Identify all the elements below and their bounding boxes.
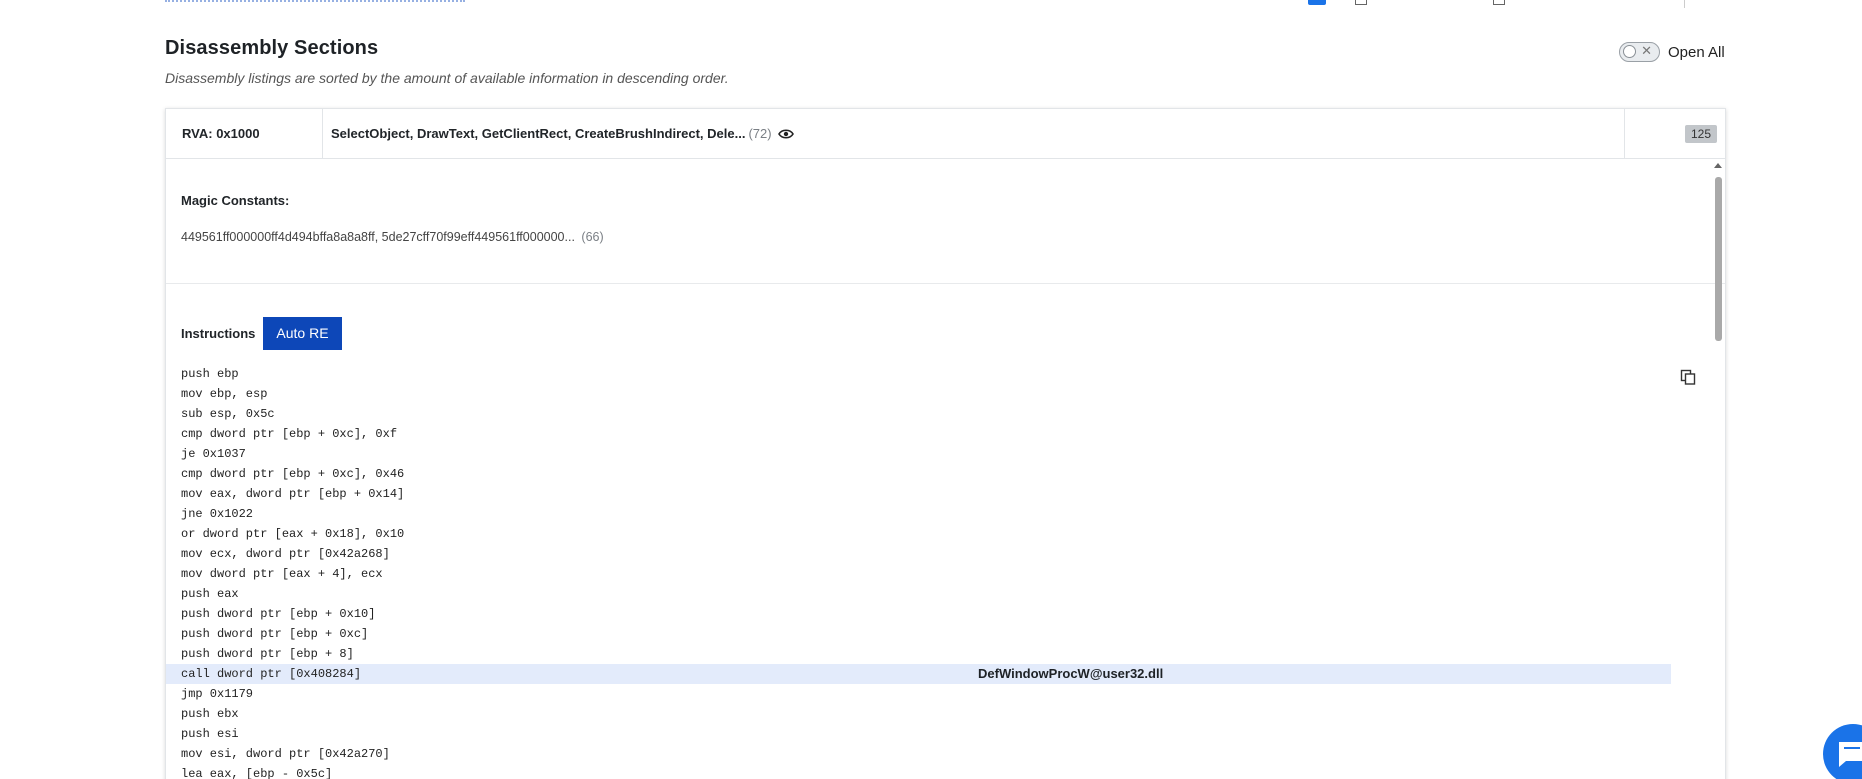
instruction-row[interactable]: call dword ptr [0x408284] DefWindowProcW@… (166, 664, 1671, 684)
instruction-row[interactable]: push eax (166, 584, 1671, 604)
auto-re-button[interactable]: Auto RE (263, 317, 342, 350)
instruction-row[interactable]: jmp 0x1179 (166, 684, 1671, 704)
rva-cell: RVA: 0x1000 (166, 109, 323, 158)
copy-icon[interactable] (1680, 369, 1696, 385)
chat-icon (1839, 742, 1862, 767)
page-title: Disassembly Sections (165, 37, 379, 59)
instruction-text: cmp dword ptr [ebp + 0xc], 0x46 (181, 467, 405, 481)
instruction-text: jne 0x1022 (181, 507, 254, 521)
magic-constants-label: Magic Constants: (181, 193, 290, 208)
instruction-row[interactable]: cmp dword ptr [ebp + 0xc], 0x46 (166, 464, 1671, 484)
magic-constants-value: 449561ff000000ff4d494bffa8a8a8ff, 5de27c… (181, 230, 1710, 244)
divider (1684, 0, 1685, 8)
instruction-row[interactable]: mov ebp, esp (166, 384, 1671, 404)
open-all-toggle[interactable]: ✕ (1619, 42, 1660, 62)
badge-cell: 125 (1625, 109, 1725, 158)
open-all-toggle-group[interactable]: ✕ Open All (1619, 42, 1725, 62)
magic-constants-section: Magic Constants: 449561ff000000ff4d494bf… (166, 159, 1725, 284)
instruction-row[interactable]: cmp dword ptr [ebp + 0xc], 0xf (166, 424, 1671, 444)
instruction-row[interactable]: push esi (166, 724, 1671, 744)
toggle-knob (1623, 45, 1636, 58)
open-all-label: Open All (1668, 43, 1725, 61)
scroll-up-arrow-icon[interactable] (1714, 163, 1722, 168)
magic-constants-list: 449561ff000000ff4d494bffa8a8a8ff, 5de27c… (181, 230, 575, 244)
checkbox-icon[interactable] (1493, 0, 1505, 5)
scroll-thumb[interactable] (1715, 177, 1722, 341)
count-badge: 125 (1684, 124, 1717, 143)
instructions-header: Instructions Auto RE (181, 317, 1725, 350)
instruction-text: push dword ptr [ebp + 0xc] (181, 627, 369, 641)
instruction-row[interactable]: jne 0x1022 (166, 504, 1671, 524)
eye-icon[interactable] (777, 128, 794, 140)
instruction-text: sub esp, 0x5c (181, 407, 275, 421)
card-body: Magic Constants: 449561ff000000ff4d494bf… (166, 159, 1725, 779)
instruction-text: mov ecx, dword ptr [0x42a268] (181, 547, 390, 561)
functions-list: SelectObject, DrawText, GetClientRect, C… (331, 126, 746, 141)
instructions-label: Instructions (181, 326, 256, 341)
instruction-text: call dword ptr [0x408284] (181, 667, 362, 681)
instruction-row[interactable]: mov esi, dword ptr [0x42a270] (166, 744, 1671, 764)
instruction-text: push esi (181, 727, 239, 741)
close-icon: ✕ (1641, 43, 1652, 58)
instruction-row[interactable]: or dword ptr [eax + 0x18], 0x10 (166, 524, 1671, 544)
functions-cell: SelectObject, DrawText, GetClientRect, C… (323, 109, 1625, 158)
instruction-text: mov dword ptr [eax + 4], ecx (181, 567, 383, 581)
instruction-row[interactable]: push dword ptr [ebp + 0x10] (166, 604, 1671, 624)
section-header: Disassembly Sections Disassembly listing… (165, 37, 1725, 86)
scrollbar[interactable] (1711, 159, 1725, 779)
instruction-row[interactable]: lea eax, [ebp - 0x5c] (166, 764, 1671, 779)
instruction-text: push ebx (181, 707, 239, 721)
checkbox-icon[interactable] (1355, 0, 1367, 5)
instruction-row[interactable]: sub esp, 0x5c (166, 404, 1671, 424)
page: Disassembly Sections Disassembly listing… (0, 0, 1862, 779)
instruction-text: mov eax, dword ptr [ebp + 0x14] (181, 487, 405, 501)
instruction-text: push ebp (181, 367, 239, 381)
instruction-text: cmp dword ptr [ebp + 0xc], 0xf (181, 427, 398, 441)
instruction-row[interactable]: push dword ptr [ebp + 8] (166, 644, 1671, 664)
instruction-text: jmp 0x1179 (181, 687, 254, 701)
instruction-row[interactable]: push ebx (166, 704, 1671, 724)
chat-button[interactable] (1823, 724, 1862, 779)
instruction-text: lea eax, [ebp - 0x5c] (181, 767, 333, 779)
functions-count: (72) (748, 126, 772, 141)
instruction-row[interactable]: mov dword ptr [eax + 4], ecx (166, 564, 1671, 584)
api-annotation: DefWindowProcW@user32.dll (978, 666, 1164, 681)
page-subtitle: Disassembly listings are sorted by the a… (165, 70, 729, 86)
disassembly-card: RVA: 0x1000 SelectObject, DrawText, GetC… (165, 108, 1726, 779)
instruction-text: je 0x1037 (181, 447, 246, 461)
instruction-row[interactable]: push ebp (166, 364, 1671, 384)
instruction-text: or dword ptr [eax + 0x18], 0x10 (181, 527, 405, 541)
instruction-text: push eax (181, 587, 239, 601)
instruction-list: push ebp mov ebp, esp sub esp, 0x5c cmp dwo… (166, 364, 1725, 779)
breadcrumb-remnant[interactable] (165, 0, 465, 2)
top-nav-remnant (0, 0, 1862, 8)
instruction-text: mov esi, dword ptr [0x42a270] (181, 747, 390, 761)
instruction-text: push dword ptr [ebp + 0x10] (181, 607, 376, 621)
active-tab-indicator[interactable] (1308, 0, 1326, 5)
magic-constants-count: (66) (581, 230, 604, 244)
instruction-row[interactable]: mov eax, dword ptr [ebp + 0x14] (166, 484, 1671, 504)
card-header[interactable]: RVA: 0x1000 SelectObject, DrawText, GetC… (166, 109, 1725, 159)
instruction-row[interactable]: je 0x1037 (166, 444, 1671, 464)
instruction-text: push dword ptr [ebp + 8] (181, 647, 354, 661)
instruction-text: mov ebp, esp (181, 387, 268, 401)
instruction-row[interactable]: mov ecx, dword ptr [0x42a268] (166, 544, 1671, 564)
instruction-row[interactable]: push dword ptr [ebp + 0xc] (166, 624, 1671, 644)
